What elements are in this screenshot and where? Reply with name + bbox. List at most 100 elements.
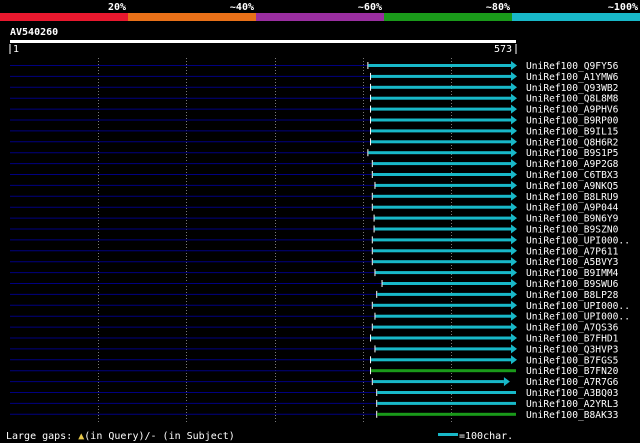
hit-row[interactable]: UniRef100_B9SWU6: [10, 279, 619, 290]
hit-row[interactable]: UniRef100_A3BQ03: [10, 388, 619, 399]
hit-row[interactable]: UniRef100_UPI000..: [10, 300, 630, 312]
hit-row[interactable]: UniRef100_B9IMM4: [10, 268, 619, 279]
hit-label[interactable]: UniRef100_UPI000..: [526, 312, 630, 323]
hit-label[interactable]: UniRef100_B9IL15: [526, 126, 618, 137]
hit-label[interactable]: UniRef100_B8LRU9: [526, 192, 619, 203]
hit-arrow-icon: [511, 333, 517, 343]
hit-arrow-icon: [511, 289, 517, 299]
hit-row[interactable]: UniRef100_A2YRL3: [10, 399, 619, 410]
hit-row[interactable]: UniRef100_B7FHD1: [10, 333, 619, 345]
hit-bar: [372, 173, 511, 176]
hit-label[interactable]: UniRef100_A9P044: [526, 203, 619, 214]
hit-row[interactable]: UniRef100_B8AK33: [10, 410, 619, 421]
hit-bar: [368, 64, 511, 67]
hit-row[interactable]: UniRef100_A5BVY3: [10, 257, 619, 268]
hit-label[interactable]: UniRef100_B7FN20: [526, 366, 619, 377]
hit-label[interactable]: UniRef100_Q3HVP3: [526, 344, 619, 355]
hit-label[interactable]: UniRef100_Q8L8M8: [526, 94, 619, 105]
hit-arrow-icon: [511, 115, 517, 125]
hit-row[interactable]: UniRef100_B9SZN0: [10, 224, 619, 236]
hit-row[interactable]: UniRef100_B9S1P5: [10, 148, 618, 159]
legend-segment: [256, 13, 384, 21]
hit-label[interactable]: UniRef100_A9NKQ5: [526, 181, 618, 192]
hit-label[interactable]: UniRef100_Q93WB2: [526, 83, 618, 94]
hit-row[interactable]: UniRef100_B9N6Y9: [10, 213, 619, 225]
hit-label[interactable]: UniRef100_B9SZN0: [526, 225, 619, 236]
hit-label[interactable]: UniRef100_Q9FY56: [526, 61, 619, 72]
hit-bar: [377, 391, 516, 394]
hit-label[interactable]: UniRef100_B9N6Y9: [526, 214, 619, 225]
hit-arrow-icon: [511, 61, 517, 70]
hit-label[interactable]: UniRef100_UPI000..: [526, 301, 630, 312]
hit-bar: [372, 194, 511, 198]
hit-row[interactable]: UniRef100_C6TBX3: [10, 170, 619, 181]
hit-label[interactable]: UniRef100_B7FHD1: [526, 334, 619, 345]
hit-row[interactable]: UniRef100_A9NKQ5: [10, 180, 618, 192]
hit-row[interactable]: UniRef100_Q8L8M8: [10, 93, 619, 105]
hit-row[interactable]: UniRef100_B8LRU9: [10, 191, 619, 203]
hit-label[interactable]: UniRef100_B8LP28: [526, 290, 619, 301]
hit-arrow-icon: [511, 355, 517, 365]
hit-row[interactable]: UniRef100_UPI000..: [10, 235, 630, 246]
hit-row[interactable]: UniRef100_A9PHV6: [10, 104, 619, 116]
hit-label[interactable]: UniRef100_A2YRL3: [526, 399, 619, 410]
alignment-view: 20% ~40% ~60% ~80% ~100% AV540260 1 573 UniR…: [0, 2, 640, 442]
hit-bar: [371, 369, 516, 373]
hit-arrow-icon: [511, 322, 517, 332]
hit-label[interactable]: UniRef100_B9RP00: [526, 116, 619, 127]
hit-label[interactable]: UniRef100_B9S1P5: [526, 148, 618, 159]
hit-label[interactable]: UniRef100_A7QS36: [526, 323, 619, 334]
hit-arrow-icon: [511, 224, 517, 234]
hit-row[interactable]: UniRef100_A7QS36: [10, 322, 619, 334]
legend-label: ~100%: [608, 2, 638, 13]
hit-row[interactable]: UniRef100_A1YMW6: [10, 71, 619, 83]
hit-label[interactable]: UniRef100_A1YMW6: [526, 72, 619, 83]
hit-label[interactable]: UniRef100_B9SWU6: [526, 279, 619, 290]
legend-segment: [128, 13, 256, 21]
hit-arrow-icon: [511, 279, 517, 288]
hit-row[interactable]: UniRef100_A9P044: [10, 202, 619, 214]
legend-label: 20%: [108, 2, 126, 13]
hit-label[interactable]: UniRef100_A9P2G8: [526, 159, 619, 170]
query-start-label: 1: [13, 44, 19, 55]
hit-bar: [371, 74, 511, 78]
hit-arrow-icon: [511, 148, 517, 158]
hit-row[interactable]: UniRef100_B7FGS5: [10, 355, 618, 366]
hit-bar: [371, 129, 511, 133]
hit-row[interactable]: UniRef100_B9RP00: [10, 115, 619, 127]
hit-label[interactable]: UniRef100_C6TBX3: [526, 170, 619, 181]
hit-row[interactable]: UniRef100_UPI000..: [10, 311, 630, 323]
hit-row[interactable]: UniRef100_Q93WB2: [10, 82, 618, 94]
hit-label[interactable]: UniRef100_A9PHV6: [526, 105, 619, 116]
hit-row[interactable]: UniRef100_A7P611: [10, 246, 619, 257]
hit-label[interactable]: UniRef100_A5BVY3: [526, 257, 619, 268]
hit-label[interactable]: UniRef100_A7R7G6: [526, 377, 619, 388]
hit-arrow-icon: [511, 180, 517, 190]
hit-label[interactable]: UniRef100_B7FGS5: [526, 355, 618, 366]
hit-arrow-icon: [511, 300, 517, 310]
hit-row[interactable]: UniRef100_Q3HVP3: [10, 344, 619, 355]
hit-arrow-icon: [511, 126, 517, 136]
hit-row[interactable]: UniRef100_A7R7G6: [10, 377, 619, 388]
hit-row[interactable]: UniRef100_B9IL15: [10, 126, 618, 137]
hit-row[interactable]: UniRef100_Q8H6R2: [10, 137, 618, 148]
hit-bar: [371, 140, 511, 144]
legend-label: ~40%: [230, 2, 254, 13]
hit-row[interactable]: UniRef100_Q9FY56: [10, 61, 619, 72]
hit-label[interactable]: UniRef100_UPI000..: [526, 235, 630, 246]
legend-segment: [0, 13, 128, 21]
hit-label[interactable]: UniRef100_Q8H6R2: [526, 137, 618, 148]
hit-arrow-icon: [511, 93, 517, 103]
hit-label[interactable]: UniRef100_B9IMM4: [526, 268, 619, 279]
hit-label[interactable]: UniRef100_A7P611: [526, 246, 619, 257]
hit-arrow-icon: [511, 159, 517, 169]
hit-row[interactable]: UniRef100_B7FN20: [10, 366, 619, 377]
legend-label: ~80%: [486, 2, 510, 13]
hit-row[interactable]: UniRef100_A9P2G8: [10, 159, 619, 170]
hit-row[interactable]: UniRef100_B8LP28: [10, 289, 619, 301]
hit-label[interactable]: UniRef100_A3BQ03: [526, 388, 619, 399]
hit-bar: [371, 107, 511, 111]
hit-label[interactable]: UniRef100_B8AK33: [526, 410, 619, 421]
hit-bar: [371, 118, 511, 122]
query-end-label: 573: [494, 44, 512, 55]
